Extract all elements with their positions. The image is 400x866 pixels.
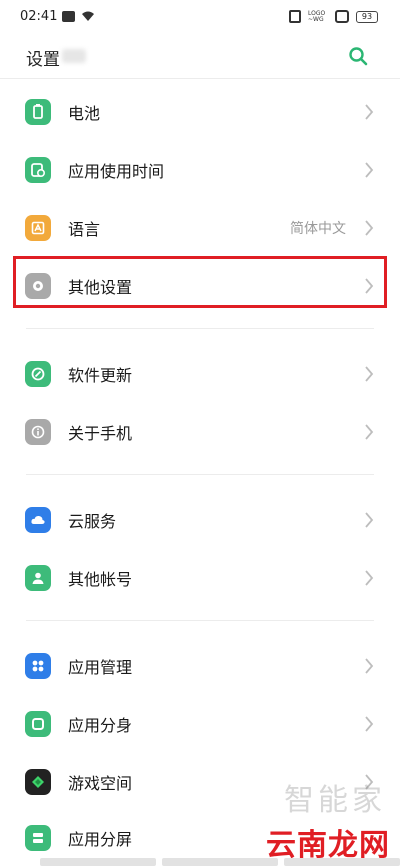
header-divider [0, 78, 400, 79]
status-logo-text: LOGO ~WG [308, 9, 326, 23]
chevron-right-icon [365, 570, 374, 586]
settings-row-cloud-service[interactable]: 云服务 [0, 490, 400, 548]
bottom-edge-segment [40, 858, 156, 866]
app-usage-time-icon [25, 157, 51, 183]
chevron-right-icon [365, 716, 374, 732]
chevron-right-icon [365, 658, 374, 674]
about-phone-icon [25, 419, 51, 445]
game-space-icon [25, 769, 51, 795]
settings-row-about-phone[interactable]: 关于手机 [0, 402, 400, 460]
status-bar: 02:41 LOGO ~WG 93 [0, 0, 400, 38]
chevron-right-icon [365, 512, 374, 528]
language-icon [25, 215, 51, 241]
chevron-right-icon [365, 220, 374, 236]
bottom-edge [40, 858, 400, 866]
other-accounts-icon [25, 565, 51, 591]
battery-icon [25, 99, 51, 125]
nfc-icon [289, 10, 301, 23]
row-label: 应用分屏 [68, 830, 133, 849]
row-label: 关于手机 [68, 424, 133, 443]
chevron-right-icon [365, 366, 374, 382]
app-clone-icon [25, 711, 51, 737]
row-label: 电池 [68, 104, 101, 123]
blurred-text [62, 49, 86, 63]
group-divider [26, 328, 374, 329]
language-value: 简体中文 [290, 221, 346, 237]
group-divider [26, 620, 374, 621]
row-label: 应用分身 [68, 716, 133, 735]
watermark-top: 智能家 [284, 783, 386, 818]
highlight-box [13, 256, 387, 308]
settings-row-app-usage[interactable]: 应用使用时间 [0, 140, 400, 198]
chevron-right-icon [365, 162, 374, 178]
bottom-edge-segment [284, 858, 400, 866]
software-update-icon [25, 361, 51, 387]
settings-row-app-clone[interactable]: 应用分身 [0, 694, 400, 752]
notification-icon [62, 11, 75, 22]
row-label: 云服务 [68, 512, 117, 531]
status-left-icons [62, 11, 95, 22]
header: 设置 [0, 38, 400, 78]
row-label: 语言 [68, 220, 101, 239]
row-label: 游戏空间 [68, 774, 133, 793]
row-label: 其他帐号 [68, 570, 133, 589]
cloud-service-icon [25, 507, 51, 533]
status-time: 02:41 [20, 9, 58, 24]
vibrate-icon [335, 10, 349, 23]
page-title: 设置 [26, 50, 60, 70]
wifi-icon [81, 11, 95, 22]
row-label: 软件更新 [68, 366, 133, 385]
settings-row-battery[interactable]: 电池 [0, 82, 400, 140]
settings-row-other-accounts[interactable]: 其他帐号 [0, 548, 400, 606]
split-screen-icon [25, 825, 51, 851]
settings-row-software-update[interactable]: 软件更新 [0, 344, 400, 402]
battery-level: 93 [356, 10, 378, 23]
search-icon[interactable] [346, 44, 370, 68]
chevron-right-icon [365, 104, 374, 120]
settings-row-app-management[interactable]: 应用管理 [0, 636, 400, 694]
group-divider [26, 474, 374, 475]
bottom-edge-segment [162, 858, 278, 866]
app-management-icon [25, 653, 51, 679]
row-label: 应用使用时间 [68, 162, 165, 181]
row-label: 应用管理 [68, 658, 133, 677]
settings-row-language[interactable]: 语言 简体中文 [0, 198, 400, 256]
chevron-right-icon [365, 424, 374, 440]
status-right-icons: LOGO ~WG 93 [289, 10, 378, 23]
